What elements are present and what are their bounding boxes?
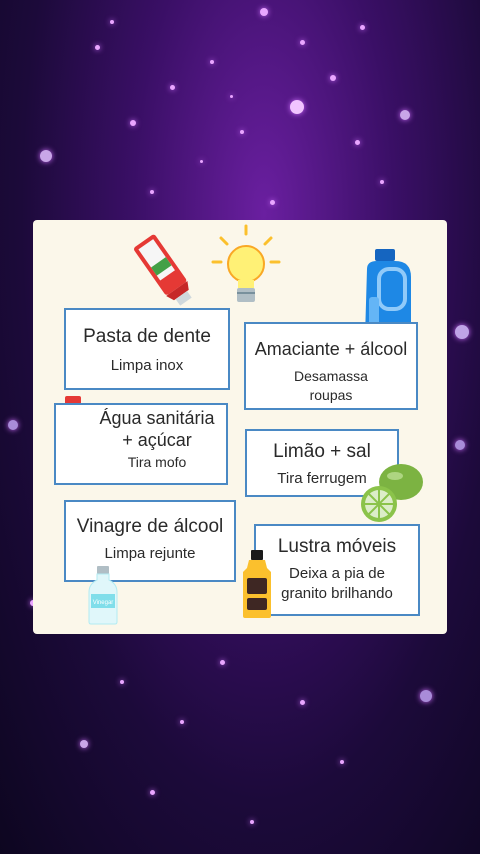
tip-description: Tira mofo xyxy=(127,454,187,470)
lime-icon xyxy=(361,464,423,522)
tip-title: Amaciante + álcool xyxy=(254,339,408,359)
tip-softener-alcohol: Amaciante + álcool Desamassa roupas xyxy=(244,322,418,410)
furniture-polish-icon xyxy=(243,550,271,618)
tip-furniture-polish: Lustra móveis Deixa a pia de granito bri… xyxy=(254,524,420,616)
tip-title: Água sanitária + açúcar xyxy=(99,408,215,450)
tip-title: Lustra móveis xyxy=(277,536,397,557)
tip-description: Limpa rejunte xyxy=(104,545,196,562)
tip-description: Desamassa roupas xyxy=(294,368,368,403)
tip-toothpaste: Pasta de dente Limpa inox xyxy=(64,308,230,390)
tip-bleach-sugar: Água sanitária + açúcar Tira mofo xyxy=(54,403,228,485)
toothpaste-icon xyxy=(134,234,192,306)
tip-title: Vinagre de álcool xyxy=(76,516,224,537)
tip-description: Deixa a pia de granito brilhando xyxy=(281,565,393,602)
light-bulb-icon xyxy=(211,224,281,302)
cleaning-tips-card: Pasta de dente Limpa inox Amaciante + ál… xyxy=(33,220,447,634)
vinegar-bottle-icon: Vinegar xyxy=(88,566,118,625)
vinegar-label: Vinegar xyxy=(93,600,114,606)
tip-description: Limpa inox xyxy=(110,357,184,374)
tip-title: Pasta de dente xyxy=(83,326,211,347)
